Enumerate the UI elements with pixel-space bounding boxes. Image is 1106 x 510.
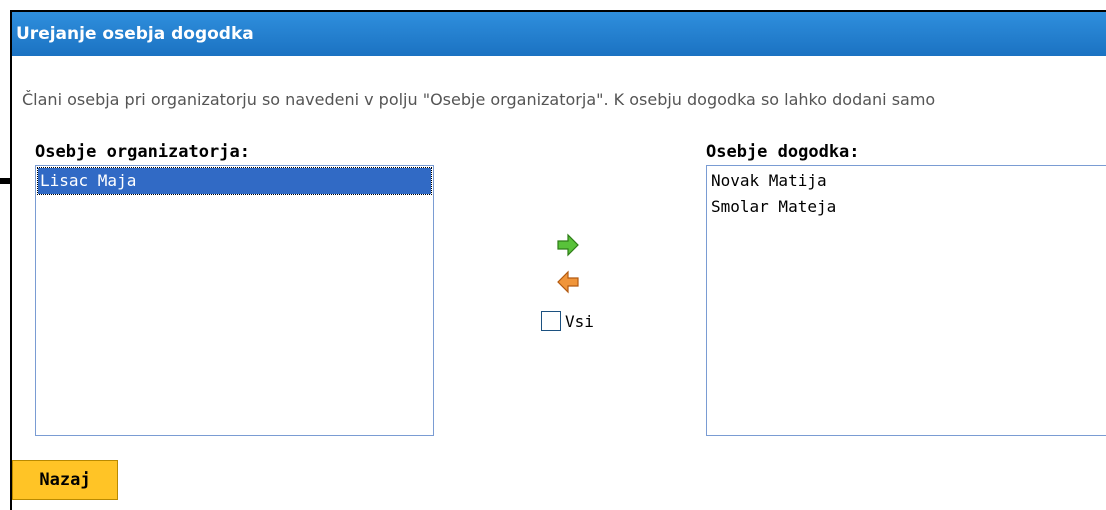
select-all-checkbox[interactable] [541, 311, 561, 331]
remove-arrow-button[interactable] [556, 270, 580, 294]
select-all-label: Vsi [565, 311, 594, 331]
organizer-staff-label: Osebje organizatorja: [35, 142, 250, 162]
list-item-lisac-maja[interactable]: Lisac Maja [37, 167, 432, 195]
event-staff-listbox[interactable]: Novak Matija Smolar Mateja [706, 165, 1106, 436]
description-text: Člani osebja pri organizatorju so navede… [22, 90, 936, 109]
select-all-checkbox-wrap[interactable]: Vsi [541, 311, 594, 331]
back-button[interactable]: Nazaj [12, 460, 118, 500]
event-staff-label: Osebje dogodka: [706, 142, 860, 162]
list-item-novak-matija[interactable]: Novak Matija [709, 168, 1104, 194]
list-item-smolar-mateja[interactable]: Smolar Mateja [709, 194, 1104, 220]
organizer-staff-listbox[interactable]: Lisac Maja [35, 165, 434, 436]
add-arrow-button[interactable] [556, 233, 580, 257]
panel-title: Urejanje osebja dogodka [12, 12, 1106, 56]
